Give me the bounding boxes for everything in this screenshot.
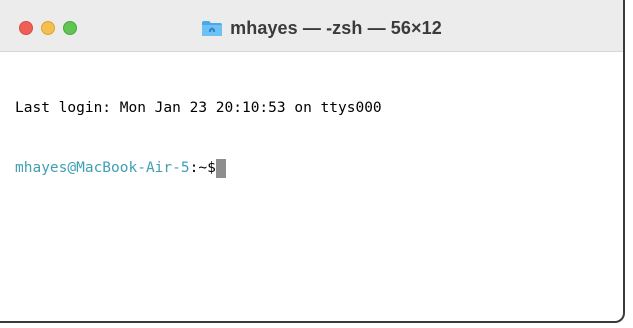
prompt-symbol: $ (207, 160, 216, 176)
prompt-line[interactable]: mhayes@MacBook-Air-5:~ $ (15, 158, 623, 178)
title-bar[interactable]: mhayes — -zsh — 56×12 (0, 0, 623, 52)
last-login-line: Last login: Mon Jan 23 20:10:53 on ttys0… (15, 100, 382, 116)
prompt-user-host: mhayes@MacBook-Air-5 (15, 160, 190, 176)
window-title-group: mhayes — -zsh — 56×12 (0, 16, 623, 40)
terminal-window: mhayes — -zsh — 56×12 Last login: Mon Ja… (0, 0, 625, 323)
window-title: mhayes — -zsh — 56×12 (230, 17, 442, 38)
text-cursor (215, 158, 226, 178)
terminal-output[interactable]: Last login: Mon Jan 23 20:10:53 on ttys0… (0, 52, 623, 321)
folder-home-icon (201, 20, 223, 37)
prompt-path: :~ (189, 160, 208, 176)
